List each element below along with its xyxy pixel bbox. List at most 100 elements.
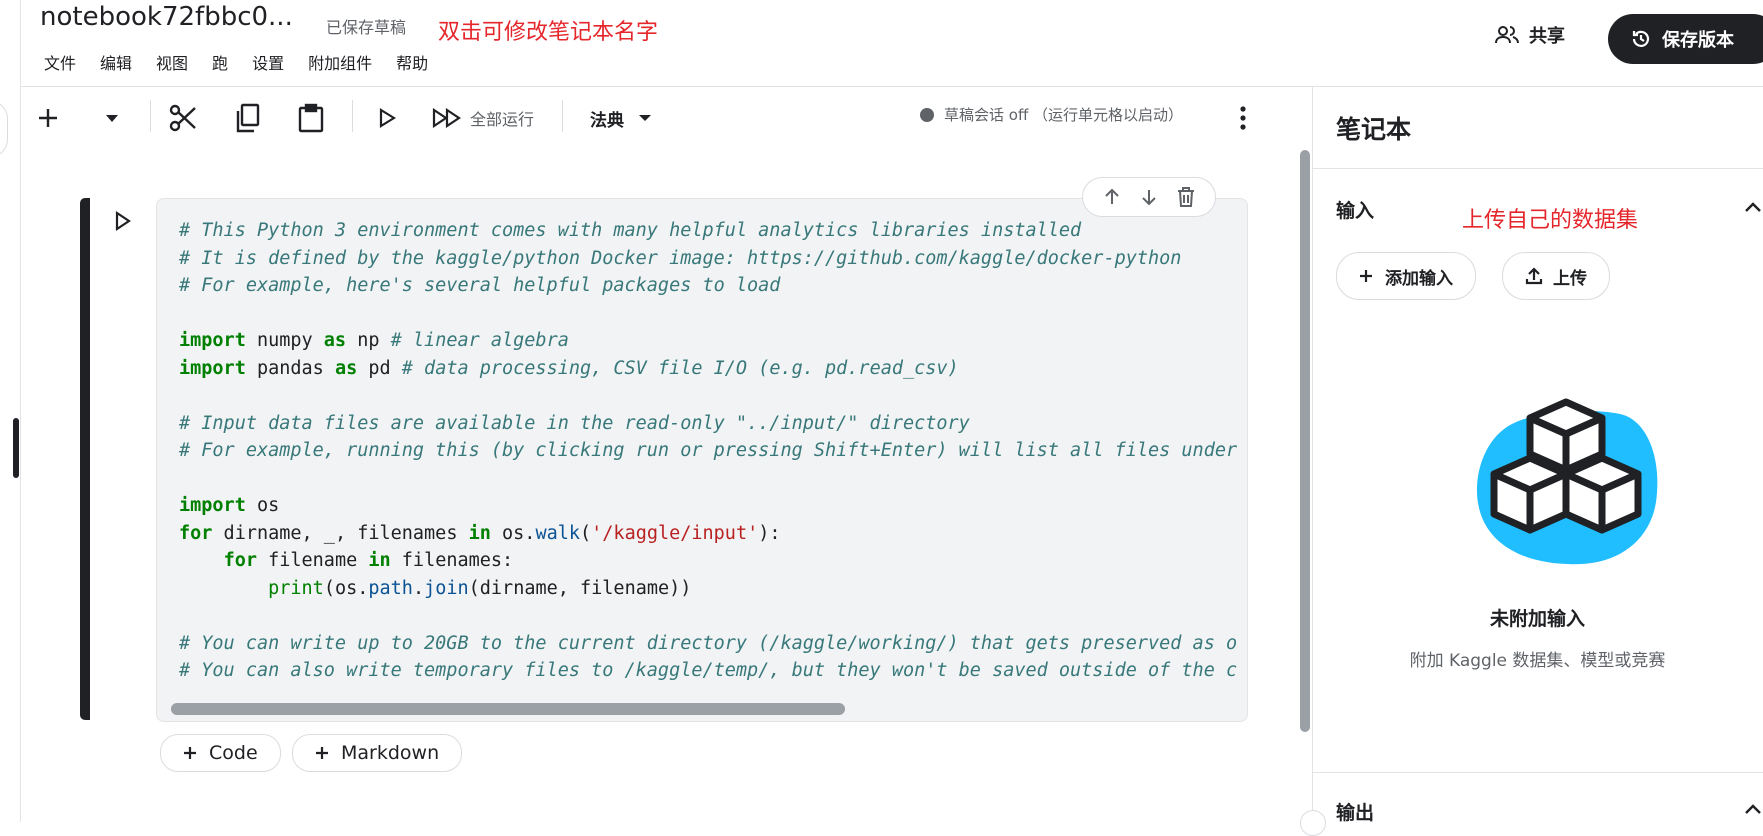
code-line: import pandas as pd # data processing, C… (179, 355, 1237, 383)
menu-item-view[interactable]: 视图 (156, 50, 188, 74)
chevron-up-icon[interactable] (1744, 800, 1762, 819)
horizontal-scrollbar[interactable] (171, 703, 845, 715)
arrow-down-icon[interactable] (1139, 187, 1159, 207)
code-token: # You can write up to 20GB to the curren… (179, 632, 1238, 654)
trash-icon[interactable] (1176, 186, 1196, 208)
panel-collapse-button[interactable] (1300, 810, 1326, 836)
cut-button[interactable] (168, 100, 198, 136)
code-token: import (179, 357, 246, 379)
code-token: os (245, 495, 280, 516)
code-token: as (334, 357, 358, 379)
people-icon (1495, 26, 1519, 44)
code-token: as (323, 330, 347, 351)
code-token: np (346, 330, 391, 351)
add-cell-dropdown[interactable] (104, 100, 120, 136)
cell-run-button[interactable] (114, 210, 132, 236)
menu-item-addons[interactable]: 附加组件 (308, 50, 372, 74)
code-line: # You can also write temporary files to … (179, 657, 1237, 685)
menu-bar: 文件 编辑 视图 跑 设置 附加组件 帮助 (44, 50, 428, 74)
code-token: for (179, 522, 213, 544)
code-token: ( (580, 522, 592, 544)
annotation-rename: 双击可修改笔记本名字 (438, 20, 659, 45)
code-token: dirname, _, filenames (212, 522, 469, 544)
code-token: . (412, 577, 425, 599)
code-token: filenames: (390, 550, 514, 571)
code-line: print(os.path.join(dirname, filename)) (179, 575, 1237, 603)
add-markdown-label: Markdown (341, 742, 440, 764)
add-code-label: Code (209, 742, 258, 764)
code-token: '/kaggle/input' (591, 522, 759, 544)
add-input-button[interactable]: 添加输入 (1336, 252, 1476, 300)
code-cell[interactable]: # This Python 3 environment comes with m… (156, 198, 1248, 722)
drag-handle[interactable] (13, 418, 19, 478)
code-line: # It is defined by the kaggle/python Doc… (179, 245, 1237, 273)
vertical-scrollbar[interactable] (1300, 150, 1310, 732)
cell-type-label: 法典 (590, 110, 624, 131)
scissors-icon (169, 104, 196, 132)
code-editor[interactable]: # This Python 3 environment comes with m… (179, 217, 1237, 685)
menu-item-help[interactable]: 帮助 (396, 50, 428, 74)
code-token: import (179, 495, 246, 516)
more-options-button[interactable] (1240, 100, 1246, 136)
run-all-button[interactable]: 全部运行 (432, 100, 534, 136)
share-label: 共享 (1529, 26, 1565, 47)
panel-title: 笔记本 (1336, 115, 1412, 144)
output-section-header[interactable]: 输出 (1336, 798, 1374, 825)
code-token: walk (535, 522, 581, 544)
empty-input-illustration (1470, 390, 1662, 572)
add-code-cell-button[interactable]: Code (160, 734, 281, 772)
cubes-icon (1476, 398, 1658, 565)
save-version-button[interactable]: 保存版本 (1608, 14, 1763, 64)
plus-icon (316, 747, 328, 759)
add-cell-button[interactable] (36, 100, 60, 136)
menu-item-run[interactable]: 跑 (212, 50, 228, 74)
code-token: # You can also write temporary files to … (179, 660, 1238, 681)
empty-input-title: 未附加输入 (1489, 608, 1585, 630)
notebook-title[interactable]: notebook72fbbc0... (40, 2, 293, 32)
code-token: filename (256, 550, 369, 571)
play-icon (115, 210, 131, 232)
code-token: # For example, here's several helpful pa… (179, 275, 781, 296)
menu-item-file[interactable]: 文件 (44, 50, 76, 74)
panel-divider (1313, 772, 1763, 773)
upload-button[interactable]: 上传 (1502, 252, 1610, 300)
menu-item-edit[interactable]: 编辑 (100, 50, 132, 74)
code-line: for filename in filenames: (179, 547, 1237, 575)
add-markdown-cell-button[interactable]: Markdown (292, 734, 463, 772)
chevron-up-icon[interactable] (1744, 198, 1762, 217)
run-cell-button[interactable] (378, 100, 396, 136)
caret-down-icon (106, 115, 118, 122)
code-token: pandas (245, 357, 335, 379)
cell-type-select[interactable]: 法典 (590, 100, 652, 136)
session-status-dot (920, 107, 934, 122)
sidebar-toggle-button[interactable] (0, 100, 8, 158)
session-status[interactable]: 草稿会话 off （运行单元格以启动） (920, 104, 1183, 125)
left-strip (0, 0, 21, 822)
code-token: import (179, 330, 246, 351)
share-button[interactable]: 共享 (1495, 22, 1565, 48)
kebab-menu-icon (1240, 106, 1246, 130)
code-line: # You can write up to 20GB to the curren… (179, 630, 1237, 658)
paste-button[interactable] (298, 100, 324, 136)
save-status: 已保存草稿 (326, 18, 407, 37)
toolbar-divider (562, 100, 563, 132)
cell-selection-bar (80, 198, 90, 720)
code-token: in (468, 522, 491, 544)
code-token: in (368, 550, 391, 571)
copy-button[interactable] (234, 100, 260, 136)
session-status-label: 草稿会话 off （运行单元格以启动） (944, 106, 1184, 124)
menu-item-settings[interactable]: 设置 (252, 50, 284, 74)
code-line: # For example, here's several helpful pa… (179, 272, 1237, 300)
save-version-label: 保存版本 (1662, 30, 1734, 51)
code-line: for dirname, _, filenames in os.walk('/k… (179, 520, 1237, 548)
play-icon (379, 108, 396, 128)
plus-icon (1360, 270, 1372, 282)
code-token: # For example, running this (by clicking… (179, 440, 1238, 461)
arrow-up-icon[interactable] (1102, 187, 1122, 207)
code-token: path (368, 577, 413, 599)
code-line: import os (179, 492, 1237, 520)
input-section-header[interactable]: 输入 (1336, 196, 1374, 223)
toolbar-divider (352, 100, 353, 132)
